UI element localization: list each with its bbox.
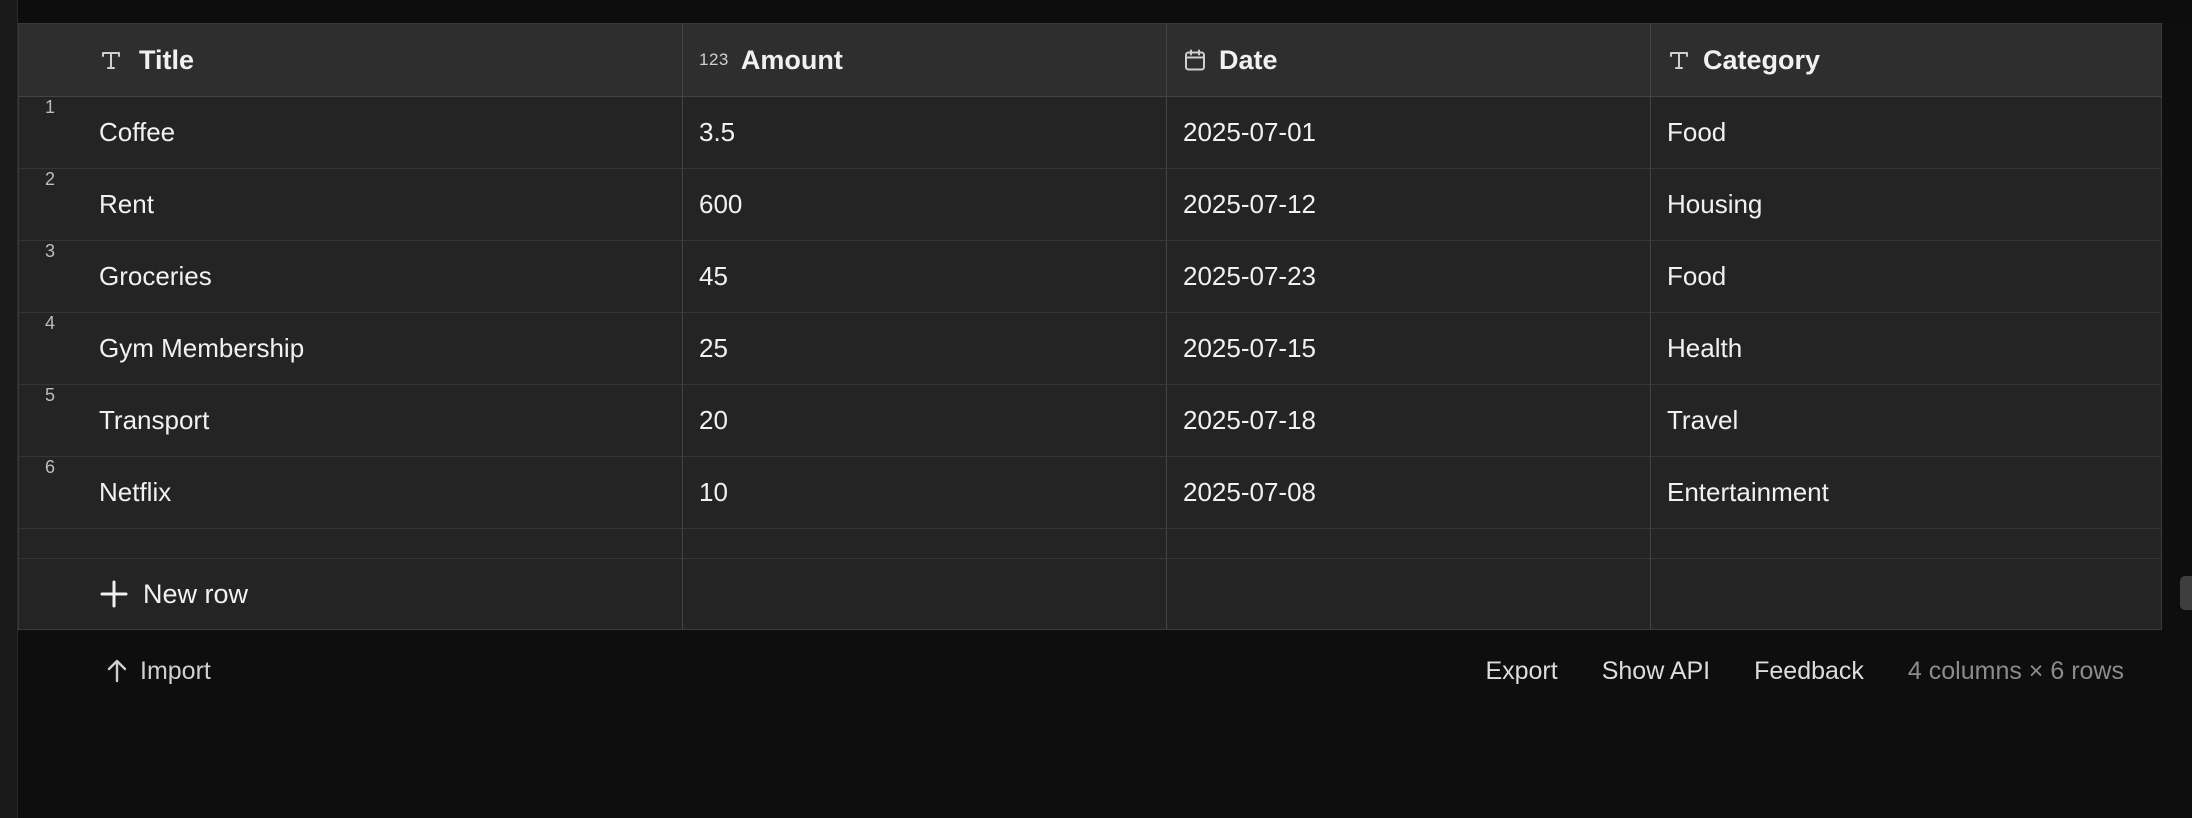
cell-date[interactable]: 2025-07-12 xyxy=(1167,169,1651,240)
table-row[interactable]: 1 Coffee 3.5 2025-07-01 Food xyxy=(19,97,2161,169)
cell-category[interactable]: Travel xyxy=(1651,385,2161,456)
text-type-icon xyxy=(1667,48,1691,72)
column-header-title[interactable]: Title xyxy=(19,24,683,96)
empty-cell xyxy=(1167,529,1651,558)
cell-category[interactable]: Entertainment xyxy=(1651,457,2161,528)
cell-title[interactable]: Groceries xyxy=(19,241,683,312)
empty-cell xyxy=(683,559,1167,629)
cell-amount[interactable]: 10 xyxy=(683,457,1167,528)
table-row[interactable]: 5 Transport 20 2025-07-18 Travel xyxy=(19,385,2161,457)
cell-category[interactable]: Food xyxy=(1651,241,2161,312)
table-row[interactable]: 4 Gym Membership 25 2025-07-15 Health xyxy=(19,313,2161,385)
empty-row xyxy=(19,529,2161,559)
new-row-button[interactable]: New row xyxy=(99,579,248,610)
table-row[interactable]: 3 Groceries 45 2025-07-23 Food xyxy=(19,241,2161,313)
calendar-icon xyxy=(1183,48,1207,72)
empty-cell xyxy=(1651,529,2161,558)
cell-amount[interactable]: 20 xyxy=(683,385,1167,456)
empty-cell xyxy=(683,529,1167,558)
cell-amount[interactable]: 45 xyxy=(683,241,1167,312)
feedback-button[interactable]: Feedback xyxy=(1754,657,1864,686)
table-summary: 4 columns × 6 rows xyxy=(1907,656,2124,685)
empty-cell xyxy=(1651,559,2161,629)
column-header-date[interactable]: Date xyxy=(1167,24,1651,96)
empty-cell xyxy=(1167,559,1651,629)
cell-date[interactable]: 2025-07-01 xyxy=(1167,97,1651,168)
export-button[interactable]: Export xyxy=(1485,657,1557,686)
cell-amount[interactable]: 3.5 xyxy=(683,97,1167,168)
column-header-label: Category xyxy=(1703,44,1821,75)
cell-category[interactable]: Health xyxy=(1651,313,2161,384)
arrow-up-icon xyxy=(107,659,127,683)
new-row-label: New row xyxy=(143,578,249,609)
new-row-row: New row xyxy=(19,559,2161,629)
cell-amount[interactable]: 600 xyxy=(683,169,1167,240)
column-header-label: Amount xyxy=(740,44,843,75)
cell-date[interactable]: 2025-07-15 xyxy=(1167,313,1651,384)
top-bar xyxy=(18,0,2192,23)
cell-title[interactable]: Rent xyxy=(19,169,683,240)
cell-title[interactable]: Transport xyxy=(19,385,683,456)
number-type-icon: 123 xyxy=(699,50,729,69)
grid-header-row: Title 123 Amount Date Category xyxy=(19,24,2161,97)
cell-category[interactable]: Housing xyxy=(1651,169,2161,240)
column-header-label: Date xyxy=(1219,44,1278,75)
table-row[interactable]: 6 Netflix 10 2025-07-08 Entertainment xyxy=(19,457,2161,529)
column-header-amount[interactable]: 123 Amount xyxy=(683,24,1167,96)
cell-amount[interactable]: 25 xyxy=(683,313,1167,384)
empty-cell xyxy=(19,529,683,558)
cell-date[interactable]: 2025-07-18 xyxy=(1167,385,1651,456)
table-row[interactable]: 2 Rent 600 2025-07-12 Housing xyxy=(19,169,2161,241)
cell-title[interactable]: Netflix xyxy=(19,457,683,528)
import-label: Import xyxy=(140,656,211,685)
cell-date[interactable]: 2025-07-23 xyxy=(1167,241,1651,312)
plus-icon xyxy=(100,580,128,608)
column-resize-handle[interactable] xyxy=(2180,576,2192,610)
import-button[interactable]: Import xyxy=(104,657,211,686)
cell-category[interactable]: Food xyxy=(1651,97,2161,168)
footer-bar: Import Export Show API Feedback 4 column… xyxy=(18,631,2192,711)
left-sidebar-strip xyxy=(0,0,18,818)
text-type-icon xyxy=(99,48,123,72)
cell-title[interactable]: Gym Membership xyxy=(19,313,683,384)
cell-date[interactable]: 2025-07-08 xyxy=(1167,457,1651,528)
show-api-button[interactable]: Show API xyxy=(1602,657,1710,686)
footer-actions: Export Show API Feedback 4 columns × 6 r… xyxy=(1485,657,2124,686)
data-grid: Title 123 Amount Date Category 1 Coffee … xyxy=(18,23,2162,630)
new-row-cell: New row xyxy=(19,559,683,629)
cell-title[interactable]: Coffee xyxy=(19,97,683,168)
column-header-category[interactable]: Category xyxy=(1651,24,2161,96)
column-header-label: Title xyxy=(139,44,195,75)
